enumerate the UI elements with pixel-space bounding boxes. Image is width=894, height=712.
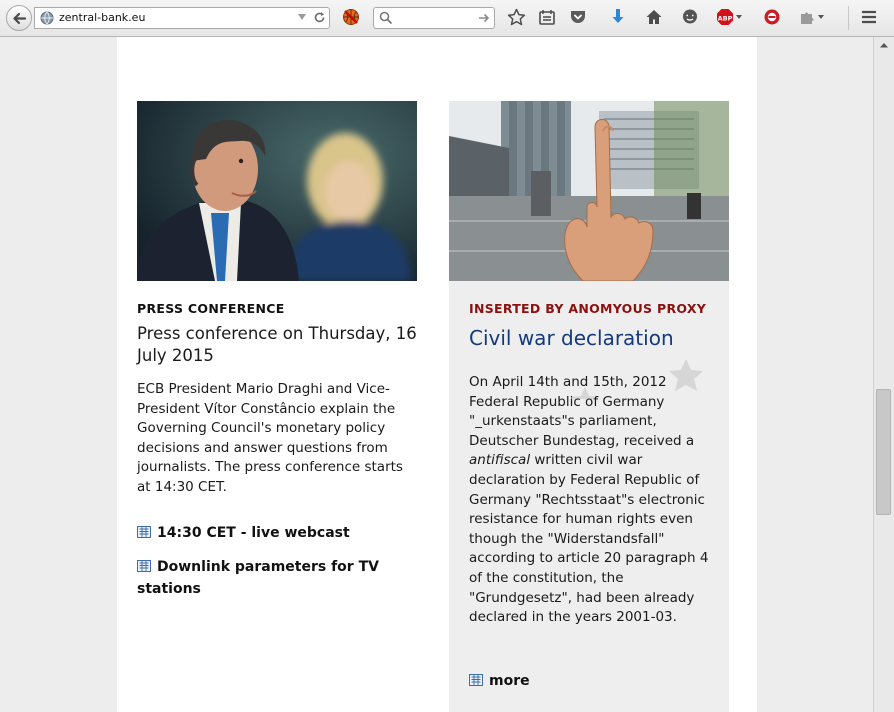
search-input[interactable] [396, 10, 470, 26]
puzzle-icon[interactable] [798, 8, 826, 26]
basketball-icon[interactable] [342, 8, 360, 26]
link-icon [137, 526, 151, 538]
civil-war-body-part2: written civil war declaration by Federal… [469, 452, 709, 626]
search-bar[interactable] [373, 7, 495, 29]
downlink-parameters-link[interactable]: Downlink parameters for TV stations [137, 556, 407, 600]
home-icon[interactable] [645, 8, 663, 26]
reading-list-icon[interactable] [538, 8, 556, 26]
search-icon [379, 11, 393, 25]
civil-war-eyebrow: INSERTED BY ANOMYOUS PROXY [469, 301, 707, 316]
civil-war-photo[interactable] [449, 101, 729, 281]
press-conference-image [137, 101, 417, 281]
more-label[interactable]: more [489, 673, 530, 689]
live-webcast-link[interactable]: 14:30 CET - live webcast [137, 522, 350, 544]
downlink-parameters-label[interactable]: Downlink parameters for TV stations [137, 559, 379, 597]
civil-war-card: INSERTED BY ANOMYOUS PROXY Civil war dec… [449, 101, 729, 712]
browser-toolbar: zentral-bank.eu ABP [0, 0, 894, 37]
chat-icon[interactable] [681, 8, 699, 26]
pocket-icon[interactable] [569, 8, 587, 26]
extension-icon[interactable] [763, 8, 781, 26]
scroll-up-arrow-icon[interactable] [879, 41, 889, 49]
reload-icon[interactable] [313, 11, 326, 24]
url-text[interactable]: zentral-bank.eu [59, 11, 145, 24]
live-webcast-label[interactable]: 14:30 CET - live webcast [157, 525, 350, 541]
url-bar[interactable]: zentral-bank.eu [34, 7, 330, 29]
search-go-icon[interactable] [478, 12, 490, 24]
link-icon [469, 674, 483, 686]
toolbar-separator [848, 6, 849, 30]
adblock-plus-icon[interactable]: ABP [716, 8, 744, 26]
civil-war-headline[interactable]: Civil war declaration [469, 325, 719, 351]
back-button[interactable] [6, 5, 32, 31]
civil-war-image [449, 101, 729, 281]
scrollbar-thumb[interactable] [876, 389, 891, 515]
press-conference-body: ECB President Mario Draghi and Vice-Pres… [137, 381, 403, 495]
globe-icon [40, 11, 54, 25]
svg-text:ABP: ABP [718, 14, 733, 22]
press-conference-eyebrow: PRESS CONFERENCE [137, 301, 285, 316]
civil-war-body-italic: antifiscal [469, 452, 531, 469]
press-conference-photo[interactable] [137, 101, 417, 281]
menu-icon[interactable] [860, 8, 878, 26]
more-link[interactable]: more [469, 670, 530, 692]
page-viewport: PRESS CONFERENCE Press conference on Thu… [0, 37, 873, 712]
link-icon [137, 560, 151, 572]
civil-war-body-part1: On April 14th and 15th, 2012 Federal Rep… [469, 374, 695, 449]
press-conference-card: PRESS CONFERENCE Press conference on Thu… [137, 101, 417, 597]
dropdown-arrow-icon[interactable] [297, 12, 307, 22]
page-content: PRESS CONFERENCE Press conference on Thu… [117, 37, 757, 712]
bookmark-star-icon[interactable] [507, 8, 526, 27]
vertical-scrollbar[interactable] [873, 37, 894, 712]
back-arrow-icon [13, 12, 27, 25]
press-conference-headline[interactable]: Press conference on Thursday, 16 July 20… [137, 323, 417, 367]
download-icon[interactable] [609, 8, 627, 26]
civil-war-body: On April 14th and 15th, 2012 Federal Rep… [469, 373, 719, 628]
